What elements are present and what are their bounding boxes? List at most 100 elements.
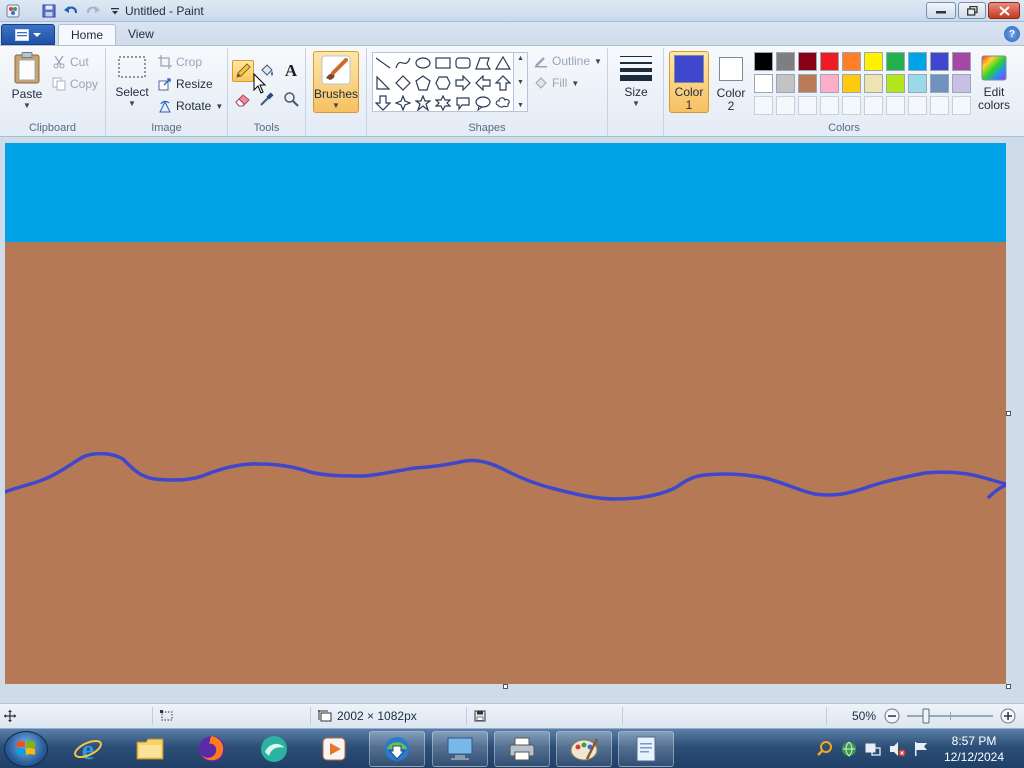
document-taskbar[interactable] [618, 731, 674, 767]
browser-taskbar[interactable] [246, 731, 302, 767]
help-icon[interactable]: ? [1004, 26, 1020, 42]
custom-color-slot[interactable] [776, 96, 795, 115]
start-button[interactable] [4, 731, 48, 767]
pencil-tool[interactable] [232, 60, 254, 82]
resize-handle-corner[interactable] [1006, 684, 1011, 689]
rectangle-shape[interactable] [433, 53, 453, 73]
minimize-button[interactable] [926, 2, 956, 19]
undo-icon[interactable] [62, 2, 80, 20]
printer-taskbar[interactable] [494, 731, 550, 767]
zoom-out-icon[interactable] [884, 708, 900, 724]
resize-handle-bottom[interactable] [503, 684, 508, 689]
palette-swatch[interactable] [776, 52, 795, 71]
line-shape[interactable] [373, 53, 393, 73]
palette-swatch[interactable] [798, 74, 817, 93]
rounded-rectangle-shape[interactable] [453, 53, 473, 73]
canvas-workspace[interactable] [0, 138, 1024, 703]
copy-button[interactable]: Copy [52, 77, 98, 91]
save-icon[interactable] [40, 2, 58, 20]
search-tray-icon[interactable] [816, 740, 834, 758]
four-point-star-shape[interactable] [393, 93, 413, 113]
customize-toolbar-icon[interactable] [106, 2, 124, 20]
expand-gallery-icon[interactable]: ▼ [517, 102, 524, 109]
five-point-star-shape[interactable] [413, 93, 433, 113]
scroll-up-icon[interactable]: ▲ [517, 55, 524, 62]
palette-swatch[interactable] [908, 74, 927, 93]
color1-button[interactable]: Color 1 [669, 51, 709, 113]
magnifier-tool[interactable] [280, 88, 302, 110]
oval-callout-shape[interactable] [473, 93, 493, 113]
right-triangle-shape[interactable] [373, 73, 393, 93]
custom-color-slot[interactable] [930, 96, 949, 115]
polygon-shape[interactable] [473, 53, 493, 73]
canvas-drawing[interactable] [5, 143, 1006, 684]
palette-swatch[interactable] [842, 52, 861, 71]
right-arrow-shape[interactable] [453, 73, 473, 93]
palette-swatch[interactable] [820, 74, 839, 93]
palette-swatch[interactable] [908, 52, 927, 71]
palette-swatch[interactable] [864, 52, 883, 71]
text-tool[interactable]: A [280, 60, 302, 82]
scroll-down-icon[interactable]: ▼ [517, 79, 524, 86]
tab-view[interactable]: View [116, 24, 166, 46]
color2-button[interactable]: Color 2 [711, 51, 751, 113]
custom-color-slot[interactable] [820, 96, 839, 115]
rotate-button[interactable]: Rotate ▼ [158, 99, 223, 113]
palette-swatch[interactable] [930, 74, 949, 93]
paint-app-icon[interactable] [4, 2, 22, 20]
hexagon-shape[interactable] [433, 73, 453, 93]
palette-swatch[interactable] [886, 74, 905, 93]
six-point-star-shape[interactable] [433, 93, 453, 113]
palette-swatch[interactable] [886, 52, 905, 71]
paint-taskbar[interactable] [556, 731, 612, 767]
palette-swatch[interactable] [930, 52, 949, 71]
edit-colors-button[interactable]: Edit colors [974, 51, 1014, 113]
custom-color-slot[interactable] [886, 96, 905, 115]
custom-color-slot[interactable] [754, 96, 773, 115]
crop-button[interactable]: Crop [158, 55, 202, 69]
remote-desktop-taskbar[interactable] [432, 731, 488, 767]
pentagon-shape[interactable] [413, 73, 433, 93]
connection-tray-icon[interactable] [864, 740, 882, 758]
paint-menu-button[interactable] [1, 24, 55, 45]
fill-button[interactable]: Fill ▼ [534, 76, 579, 90]
network-tray-icon[interactable] [840, 740, 858, 758]
palette-swatch[interactable] [842, 74, 861, 93]
cloud-callout-shape[interactable] [493, 93, 513, 113]
custom-color-slot[interactable] [952, 96, 971, 115]
diamond-shape[interactable] [393, 73, 413, 93]
oval-shape[interactable] [413, 53, 433, 73]
download-manager-taskbar[interactable] [369, 731, 425, 767]
zoom-in-icon[interactable] [1000, 708, 1016, 724]
paste-button[interactable]: Paste ▼ [8, 51, 46, 110]
restore-button[interactable] [958, 2, 986, 19]
internet-explorer-taskbar[interactable]: e [60, 731, 116, 767]
outline-button[interactable]: Outline ▼ [534, 54, 602, 68]
firefox-taskbar[interactable] [184, 731, 240, 767]
volume-muted-icon[interactable] [888, 740, 906, 758]
shapes-scroll[interactable]: ▲ ▼ ▼ [514, 52, 528, 112]
palette-swatch[interactable] [952, 74, 971, 93]
palette-swatch[interactable] [820, 52, 839, 71]
media-player-taskbar[interactable] [306, 731, 362, 767]
custom-color-slot[interactable] [908, 96, 927, 115]
tab-home[interactable]: Home [58, 24, 117, 46]
cut-button[interactable]: Cut [52, 55, 89, 69]
file-explorer-taskbar[interactable] [122, 731, 178, 767]
curve-shape[interactable] [393, 53, 413, 73]
select-button[interactable]: Select ▼ [112, 51, 152, 108]
brushes-button[interactable]: Brushes ▼ [313, 51, 359, 113]
size-button[interactable]: Size ▼ [618, 51, 654, 108]
redo-icon[interactable] [84, 2, 102, 20]
close-button[interactable] [988, 2, 1020, 19]
custom-color-slot[interactable] [798, 96, 817, 115]
palette-swatch[interactable] [798, 52, 817, 71]
custom-color-slot[interactable] [864, 96, 883, 115]
custom-color-slot[interactable] [842, 96, 861, 115]
palette-swatch[interactable] [864, 74, 883, 93]
rounded-callout-shape[interactable] [453, 93, 473, 113]
palette-swatch[interactable] [754, 52, 773, 71]
resize-button[interactable]: Resize [158, 77, 213, 91]
resize-handle-right[interactable] [1006, 411, 1011, 416]
action-center-flag-icon[interactable] [912, 740, 930, 758]
